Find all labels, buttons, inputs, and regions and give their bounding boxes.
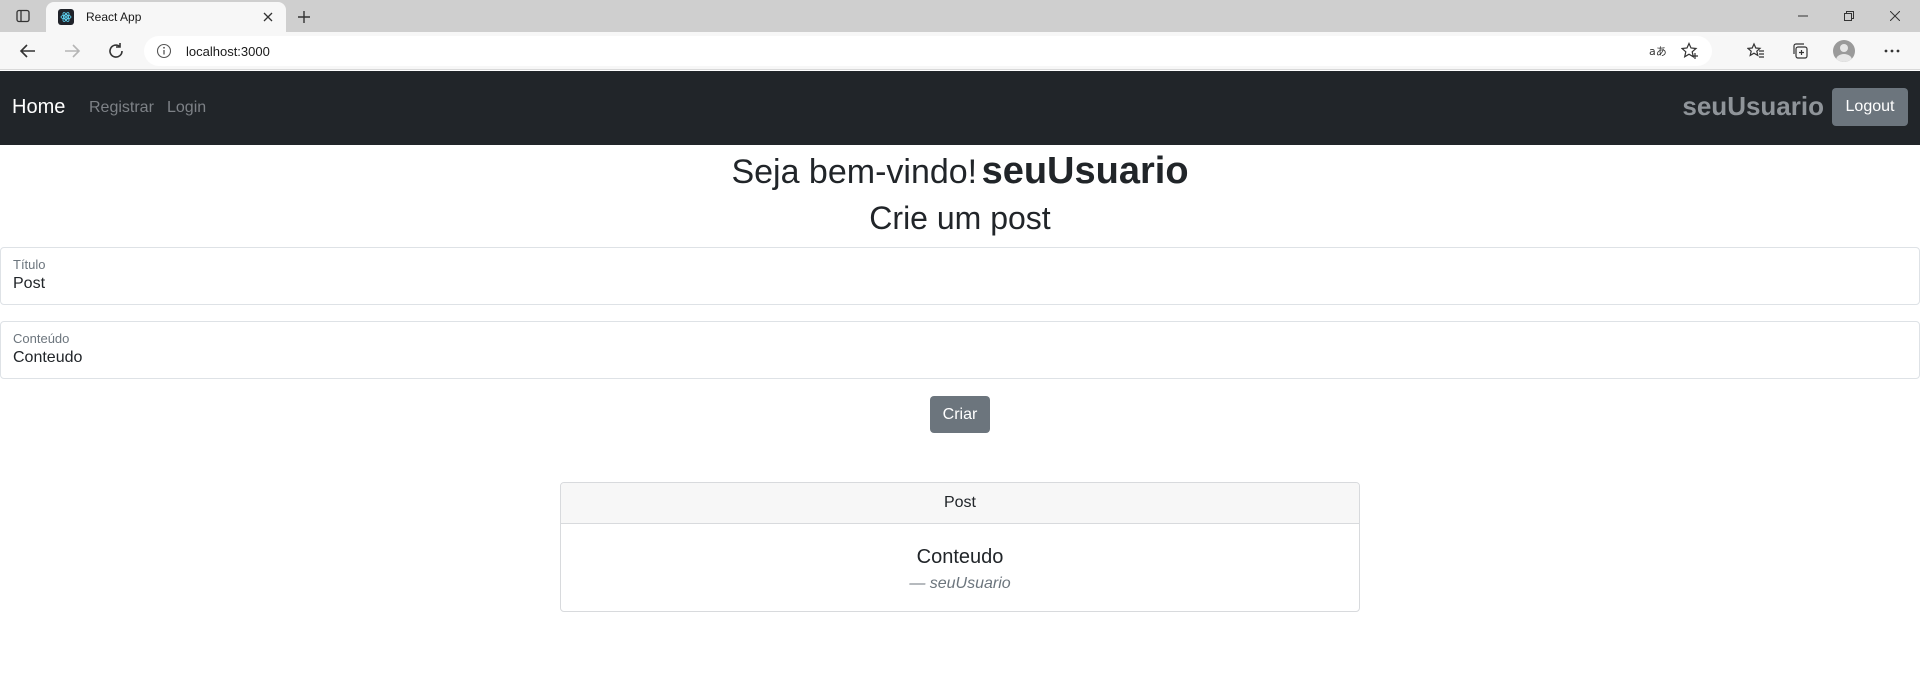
browser-tab-strip: React App <box>0 0 1920 32</box>
refresh-icon[interactable] <box>102 37 130 65</box>
react-logo-icon <box>58 9 74 25</box>
content-field[interactable]: Conteúdo Conteudo <box>0 321 1920 379</box>
address-bar[interactable]: localhost:3000 aあ <box>144 36 1712 66</box>
forward-icon[interactable] <box>58 37 86 65</box>
tab-title: React App <box>86 10 142 24</box>
profile-avatar[interactable] <box>1830 37 1858 65</box>
url-text: localhost:3000 <box>186 43 270 59</box>
nav-username: seuUsuario <box>1682 91 1824 121</box>
svg-text:aあ: aあ <box>1649 45 1667 58</box>
add-favorite-icon[interactable] <box>1678 39 1702 63</box>
logout-button[interactable]: Logout <box>1832 88 1908 126</box>
address-bar-actions: aあ <box>1646 39 1702 63</box>
content-field-label: Conteúdo <box>13 331 70 346</box>
post-card: Post Conteudo — seuUsuario <box>560 482 1360 612</box>
tab-actions-icon[interactable] <box>10 6 36 26</box>
nav-brand-home[interactable]: Home <box>12 96 65 119</box>
title-field-label: Título <box>13 257 46 272</box>
nav-link-login[interactable]: Login <box>167 99 206 117</box>
restore-icon[interactable] <box>1826 0 1872 32</box>
nav-link-registrar[interactable]: Registrar <box>89 99 154 117</box>
post-card-body: Conteudo — seuUsuario <box>561 546 1359 593</box>
new-tab-icon[interactable] <box>292 5 316 29</box>
post-card-content: Conteudo <box>916 546 1004 568</box>
title-field[interactable]: Título Post <box>0 247 1920 305</box>
back-icon[interactable] <box>14 37 42 65</box>
site-info-icon[interactable] <box>156 43 172 59</box>
close-tab-icon[interactable] <box>258 7 278 27</box>
form-title: Crie um post <box>869 200 1051 236</box>
browser-toolbar: localhost:3000 aあ <box>0 32 1920 70</box>
collections-icon[interactable] <box>1786 37 1814 65</box>
title-field-value[interactable]: Post <box>13 275 45 293</box>
avatar <box>1833 40 1855 62</box>
welcome-text: Seja bem-vindo! <box>731 153 978 191</box>
read-aloud-icon[interactable]: aあ <box>1646 39 1670 63</box>
welcome-username: seuUsuario <box>981 150 1189 192</box>
favorites-icon[interactable] <box>1742 37 1770 65</box>
more-options-icon[interactable] <box>1878 37 1906 65</box>
close-window-icon[interactable] <box>1872 0 1918 32</box>
create-post-button[interactable]: Criar <box>930 396 990 433</box>
minimize-icon[interactable] <box>1780 0 1826 32</box>
welcome-heading: Seja bem-vindo! seuUsuario <box>0 150 1920 193</box>
browser-tab[interactable]: React App <box>46 2 286 32</box>
content-field-value[interactable]: Conteudo <box>13 349 82 367</box>
post-card-author: — seuUsuario <box>909 575 1011 592</box>
app-navbar: Home Registrar Login seuUsuario Logout <box>0 71 1920 145</box>
post-card-title: Post <box>561 483 1359 524</box>
